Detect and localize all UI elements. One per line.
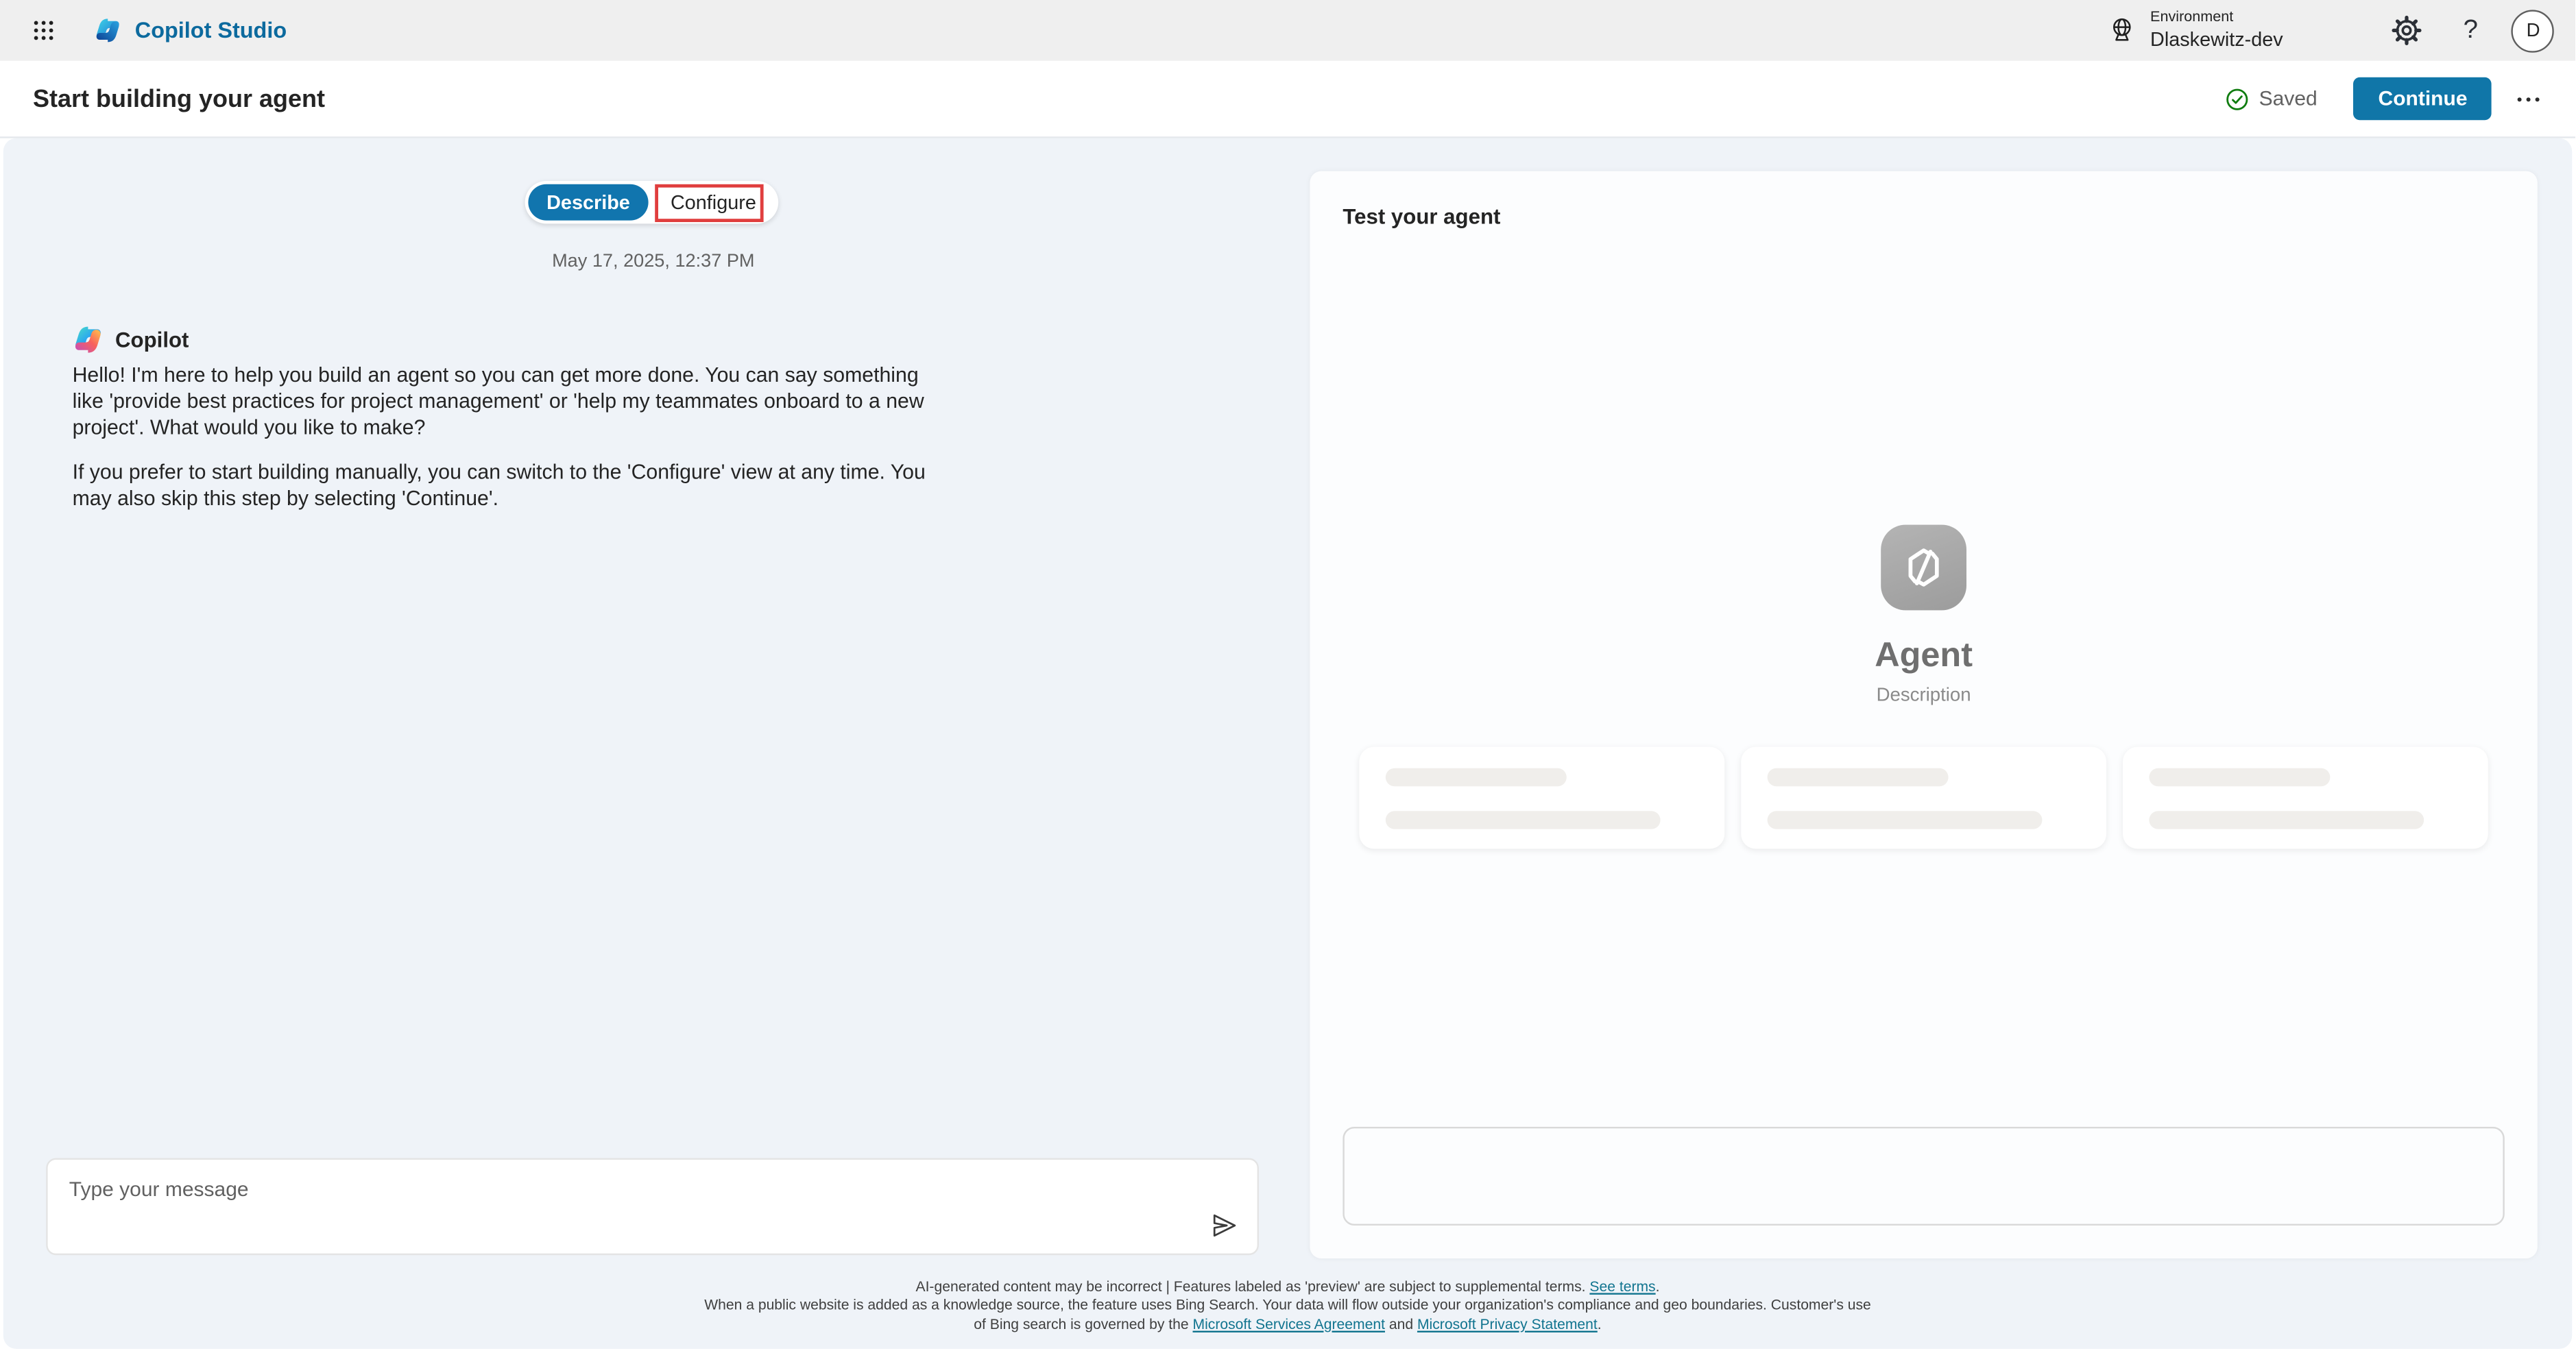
test-chat-input[interactable] [1343, 1127, 2504, 1226]
help-button[interactable]: ? [2446, 5, 2495, 55]
command-bar-actions: Saved Continue [2224, 77, 2551, 120]
copilot-studio-logo-icon [94, 16, 122, 45]
tab-configure[interactable]: Configure [649, 191, 779, 214]
skeleton-bar [1768, 768, 1949, 786]
legal-text: . [1598, 1316, 1602, 1332]
send-button[interactable] [1206, 1208, 1242, 1244]
legal-text: of Bing search is governed by the [974, 1316, 1192, 1332]
privacy-statement-link[interactable]: Microsoft Privacy Statement [1417, 1316, 1598, 1332]
ellipsis-icon [2516, 95, 2540, 103]
saved-check-icon [2224, 86, 2249, 111]
environment-name: Dlaskewitz-dev [2150, 27, 2283, 52]
waffle-icon [30, 18, 55, 42]
skeleton-card [1359, 747, 1724, 849]
brand-home-link[interactable]: Copilot Studio [94, 16, 287, 45]
app-launcher-button[interactable] [21, 9, 64, 51]
message-paragraph: If you prefer to start building manually… [73, 459, 940, 512]
skeleton-bar [1768, 811, 2043, 829]
skeleton-bar [1386, 811, 1661, 829]
skeleton-bar [2149, 811, 2424, 829]
environment-text: Environment Dlaskewitz-dev [2150, 9, 2283, 52]
agent-default-icon [1881, 525, 1966, 611]
skeleton-card [2123, 747, 2488, 849]
environment-globe-icon [2108, 16, 2136, 45]
avatar-initial: D [2527, 21, 2540, 40]
skeleton-bar [2149, 768, 2330, 786]
agent-description: Description [1877, 686, 1971, 706]
skeleton-bar [1386, 768, 1567, 786]
legal-text: When a public website is added as a know… [704, 1297, 1871, 1313]
gear-icon [2391, 15, 2422, 47]
builder-canvas: Describe Configure May 17, 2025, 12:37 P… [3, 138, 2572, 1349]
legal-text: AI-generated content may be incorrect | … [915, 1278, 1589, 1295]
product-name: Copilot Studio [135, 18, 287, 42]
environment-picker[interactable]: Environment Dlaskewitz-dev [2108, 9, 2283, 52]
test-panel-title: Test your agent [1343, 204, 1500, 229]
legal-footer: AI-generated content may be incorrect | … [3, 1278, 2572, 1334]
legal-text: . [1656, 1278, 1660, 1295]
skeleton-cards [1359, 747, 2488, 849]
copilot-avatar-icon [73, 324, 104, 356]
test-agent-panel: Test your agent Agent Description [1310, 171, 2537, 1258]
agent-hexagon-slash-icon [1899, 543, 1949, 592]
more-options-button[interactable] [2505, 77, 2551, 120]
send-icon [1209, 1210, 1239, 1240]
services-agreement-link[interactable]: Microsoft Services Agreement [1193, 1316, 1385, 1332]
message-header: Copilot [73, 324, 189, 356]
tab-describe[interactable]: Describe [528, 184, 648, 221]
top-bar-actions: Environment Dlaskewitz-dev ? [2108, 5, 2576, 55]
message-paragraph: Hello! I'm here to help you build an age… [73, 362, 940, 441]
skeleton-card [1741, 747, 2106, 849]
app-top-bar: Copilot Studio Environment Dlaskewitz-de… [0, 0, 2576, 61]
save-status: Saved [2224, 86, 2317, 111]
help-icon: ? [2464, 16, 2478, 45]
legal-text: and [1385, 1316, 1417, 1332]
copilot-message: Hello! I'm here to help you build an age… [73, 362, 940, 531]
command-bar: Start building your agent Saved Continue [0, 61, 2576, 138]
chat-message-input[interactable] [48, 1160, 1257, 1254]
mode-toggle: Describe Configure [525, 181, 779, 223]
message-sender-name: Copilot [115, 328, 189, 352]
see-terms-link[interactable]: See terms [1589, 1278, 1655, 1295]
account-avatar[interactable]: D [2512, 9, 2554, 51]
legal-line-3: of Bing search is governed by the Micros… [3, 1316, 2572, 1334]
legal-line-1: AI-generated content may be incorrect | … [3, 1278, 2572, 1297]
agent-name: Agent [1875, 637, 1973, 676]
chat-input-container [46, 1158, 1259, 1256]
agent-placeholder: Agent Description [1310, 525, 2537, 706]
conversation-timestamp: May 17, 2025, 12:37 PM [3, 252, 1303, 271]
settings-button[interactable] [2382, 5, 2431, 55]
legal-line-2: When a public website is added as a know… [3, 1297, 2572, 1315]
save-status-label: Saved [2259, 87, 2318, 110]
continue-button[interactable]: Continue [2354, 77, 2492, 120]
copilot-studio-app: Copilot Studio Environment Dlaskewitz-de… [0, 0, 2576, 1353]
page-title: Start building your agent [33, 85, 325, 113]
environment-label: Environment [2150, 9, 2283, 27]
